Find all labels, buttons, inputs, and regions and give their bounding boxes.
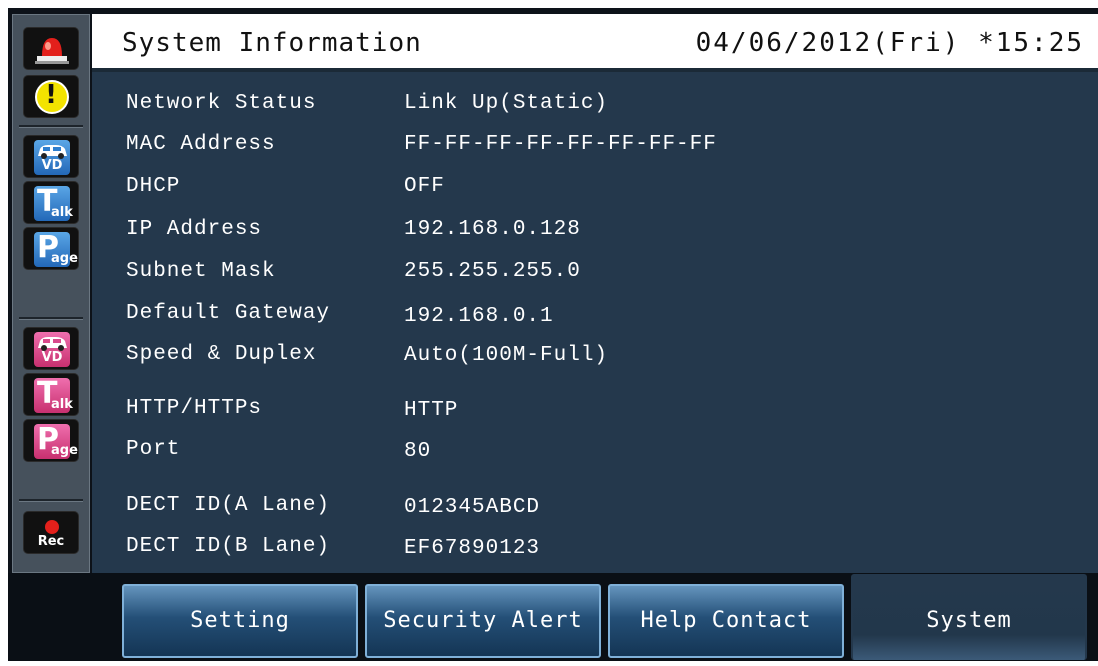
http-https-value: HTTP xyxy=(404,399,459,422)
tab-help-contact[interactable]: Help Contact xyxy=(608,584,844,658)
talk-icon: T alk xyxy=(34,377,73,413)
sidebar-divider xyxy=(19,125,83,128)
dect-id-a-label: DECT ID(A Lane) xyxy=(126,494,331,517)
port-value: 80 xyxy=(404,440,432,463)
record-button[interactable]: Rec xyxy=(23,511,79,554)
car-vd-icon: VD xyxy=(34,332,70,367)
dhcp-value: OFF xyxy=(404,175,445,198)
vd-button-blue[interactable]: VD xyxy=(23,135,79,178)
dect-id-a-value: 012345ABCD xyxy=(404,496,541,519)
siren-icon xyxy=(35,38,69,64)
sidebar-divider xyxy=(19,499,83,502)
default-gateway-value: 192.168.0.1 xyxy=(404,305,554,328)
talk-button-pink[interactable]: T alk xyxy=(23,373,79,416)
talk-button-blue[interactable]: T alk xyxy=(23,181,79,224)
title-bar: System Information 04/06/2012(Fri) *15:2… xyxy=(92,14,1098,72)
tab-system[interactable]: System xyxy=(851,574,1087,660)
page-icon: P age xyxy=(34,423,78,459)
speed-duplex-value: Auto(100M-Full) xyxy=(404,344,609,367)
warning-glyph: ! xyxy=(45,80,57,110)
network-status-label: Network Status xyxy=(126,92,317,115)
network-status-value: Link Up(Static) xyxy=(404,92,609,115)
subnet-mask-value: 255.255.255.0 xyxy=(404,260,581,283)
system-info-panel: Network Status Link Up(Static) MAC Addre… xyxy=(92,72,1098,573)
port-label: Port xyxy=(126,438,181,461)
page-title: System Information xyxy=(122,28,422,58)
page-button-pink[interactable]: P age xyxy=(23,419,79,462)
mac-address-label: MAC Address xyxy=(126,133,276,156)
record-label: Rec xyxy=(37,534,65,549)
warning-button[interactable]: ! xyxy=(23,75,79,118)
sidebar-divider xyxy=(19,317,83,320)
subnet-mask-label: Subnet Mask xyxy=(126,260,276,283)
page-button-blue[interactable]: P age xyxy=(23,227,79,270)
default-gateway-label: Default Gateway xyxy=(126,302,331,325)
talk-label: alk xyxy=(51,205,73,220)
http-https-label: HTTP/HTTPs xyxy=(126,397,263,420)
page-icon: P age xyxy=(34,231,78,267)
vd-button-pink[interactable]: VD xyxy=(23,327,79,370)
dect-id-b-value: EF67890123 xyxy=(404,537,541,560)
dhcp-label: DHCP xyxy=(126,175,181,198)
vd-label: VD xyxy=(41,158,63,173)
ip-address-label: IP Address xyxy=(126,218,263,241)
car-vd-icon: VD xyxy=(34,140,70,175)
talk-icon: T alk xyxy=(34,185,73,221)
vd-label: VD xyxy=(41,350,63,365)
siren-button[interactable] xyxy=(23,27,79,70)
dect-id-b-label: DECT ID(B Lane) xyxy=(126,535,331,558)
tab-security-alert[interactable]: Security Alert xyxy=(365,584,601,658)
speed-duplex-label: Speed & Duplex xyxy=(126,343,317,366)
tab-setting[interactable]: Setting xyxy=(122,584,358,658)
page-label: age xyxy=(51,251,78,266)
page-label: age xyxy=(51,443,78,458)
sidebar: ! VD T alk P age VD T alk P age Rec xyxy=(12,14,90,573)
mac-address-value: FF-FF-FF-FF-FF-FF-FF-FF xyxy=(404,133,717,156)
datetime-display: 04/06/2012(Fri) *15:25 xyxy=(695,28,1084,58)
ip-address-value: 192.168.0.128 xyxy=(404,218,581,241)
talk-label: alk xyxy=(51,397,73,412)
